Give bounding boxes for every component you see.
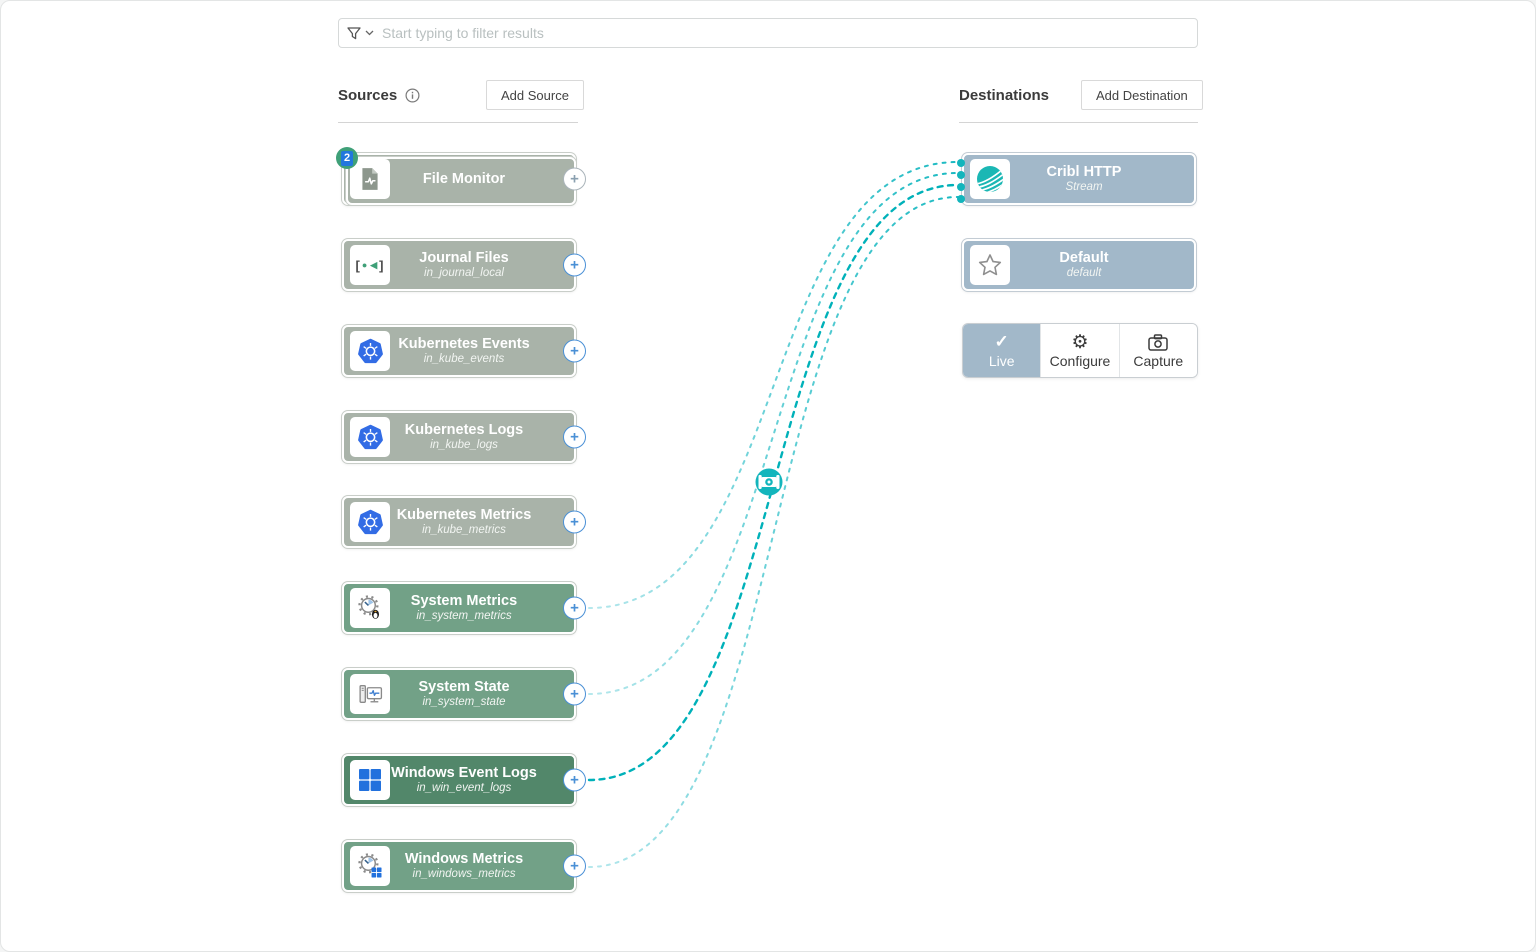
destination-card-title: Cribl HTTP	[1047, 164, 1122, 181]
tab-configure[interactable]: ⚙ Configure	[1040, 324, 1118, 377]
source-card-kubernetes-events[interactable]: Kubernetes Events in_kube_events +	[342, 325, 576, 377]
kubernetes-icon	[350, 502, 390, 542]
source-card-system-metrics[interactable]: System Metrics in_system_metrics +	[342, 582, 576, 634]
source-card-id: in_win_event_logs	[391, 782, 537, 795]
info-icon[interactable]	[405, 88, 420, 103]
source-card-title: Windows Metrics	[405, 851, 523, 868]
source-card-id: in_kube_metrics	[397, 524, 532, 537]
source-card-kubernetes-metrics[interactable]: Kubernetes Metrics in_kube_metrics +	[342, 496, 576, 548]
add-connection-button[interactable]: +	[563, 597, 586, 620]
source-card-file-monitor[interactable]: 2 File Monitor +	[342, 153, 576, 205]
add-source-button[interactable]: Add Source	[486, 80, 584, 110]
source-card-title: System State	[418, 679, 509, 696]
source-count-badge: 2	[336, 147, 358, 169]
source-card-title: System Metrics	[411, 593, 517, 610]
add-destination-button[interactable]: Add Destination	[1081, 80, 1203, 110]
tab-capture-label: Capture	[1133, 353, 1183, 369]
add-connection-button[interactable]: +	[563, 426, 586, 449]
source-card-id: in_journal_local	[419, 267, 508, 280]
kubernetes-icon	[350, 331, 390, 371]
source-card-id: in_system_state	[418, 696, 509, 709]
gear-icon: ⚙	[1071, 332, 1088, 352]
cribl-icon	[970, 159, 1010, 199]
system-state-icon	[350, 674, 390, 714]
kubernetes-icon	[350, 417, 390, 457]
connection-anchor-dot	[957, 195, 965, 203]
connection-line[interactable]	[589, 197, 958, 867]
source-card-id: in_windows_metrics	[405, 868, 523, 881]
connection-capture-icon[interactable]	[756, 469, 783, 496]
connection-line[interactable]	[589, 162, 958, 608]
add-connection-button[interactable]: +	[563, 168, 586, 191]
check-icon: ✓	[995, 332, 1009, 352]
connection-anchor-dot	[957, 159, 965, 167]
sources-title: Sources	[338, 87, 397, 104]
source-card-id: in_system_metrics	[411, 610, 517, 623]
connections-layer	[1, 1, 1536, 952]
source-card-title: File Monitor	[423, 171, 505, 188]
source-card-title: Journal Files	[419, 250, 508, 267]
quickconnect-canvas: Sources Add Source Destinations Add Dest…	[0, 0, 1536, 952]
destinations-header: Destinations	[959, 80, 1057, 110]
windows-metrics-icon	[350, 846, 390, 886]
source-card-windows-event-logs[interactable]: Windows Event Logs in_win_event_logs +	[342, 754, 576, 806]
destination-card-default[interactable]: Default default	[962, 239, 1196, 291]
tab-live[interactable]: ✓ Live	[963, 324, 1040, 377]
windows-icon	[350, 760, 390, 800]
add-connection-button[interactable]: +	[563, 683, 586, 706]
source-card-journal-files[interactable]: [●◀] Journal Files in_journal_local +	[342, 239, 576, 291]
star-icon	[970, 245, 1010, 285]
source-card-windows-metrics[interactable]: Windows Metrics in_windows_metrics +	[342, 840, 576, 892]
connection-line[interactable]	[589, 173, 958, 694]
source-card-title: Windows Event Logs	[391, 765, 537, 782]
journal-files-icon: [●◀]	[350, 245, 390, 285]
source-card-id: in_kube_events	[398, 353, 529, 366]
tab-configure-label: Configure	[1050, 353, 1111, 369]
camera-icon	[1148, 332, 1168, 352]
mode-toggle: ✓ Live ⚙ Configure Capture	[962, 323, 1198, 378]
add-connection-button[interactable]: +	[563, 511, 586, 534]
source-card-system-state[interactable]: System State in_system_state +	[342, 668, 576, 720]
add-connection-button[interactable]: +	[563, 769, 586, 792]
destination-card-sub: default	[1059, 267, 1108, 280]
destination-card-cribl-http[interactable]: Cribl HTTP Stream	[962, 153, 1196, 205]
add-connection-button[interactable]: +	[563, 855, 586, 878]
destinations-title: Destinations	[959, 87, 1049, 104]
source-card-kubernetes-logs[interactable]: Kubernetes Logs in_kube_logs +	[342, 411, 576, 463]
source-card-title: Kubernetes Metrics	[397, 507, 532, 524]
file-monitor-icon	[350, 159, 390, 199]
source-card-title: Kubernetes Logs	[405, 422, 523, 439]
add-connection-button[interactable]: +	[563, 340, 586, 363]
add-connection-button[interactable]: +	[563, 254, 586, 277]
source-card-title: Kubernetes Events	[398, 336, 529, 353]
source-card-id: in_kube_logs	[405, 439, 523, 452]
connection-anchor-dot	[957, 171, 965, 179]
destination-card-title: Default	[1059, 250, 1108, 267]
destination-card-sub: Stream	[1047, 181, 1122, 194]
sources-header: Sources	[338, 80, 420, 110]
tab-live-label: Live	[989, 353, 1015, 369]
connection-anchor-dot	[957, 183, 965, 191]
tab-capture[interactable]: Capture	[1119, 324, 1197, 377]
system-metrics-icon	[350, 588, 390, 628]
